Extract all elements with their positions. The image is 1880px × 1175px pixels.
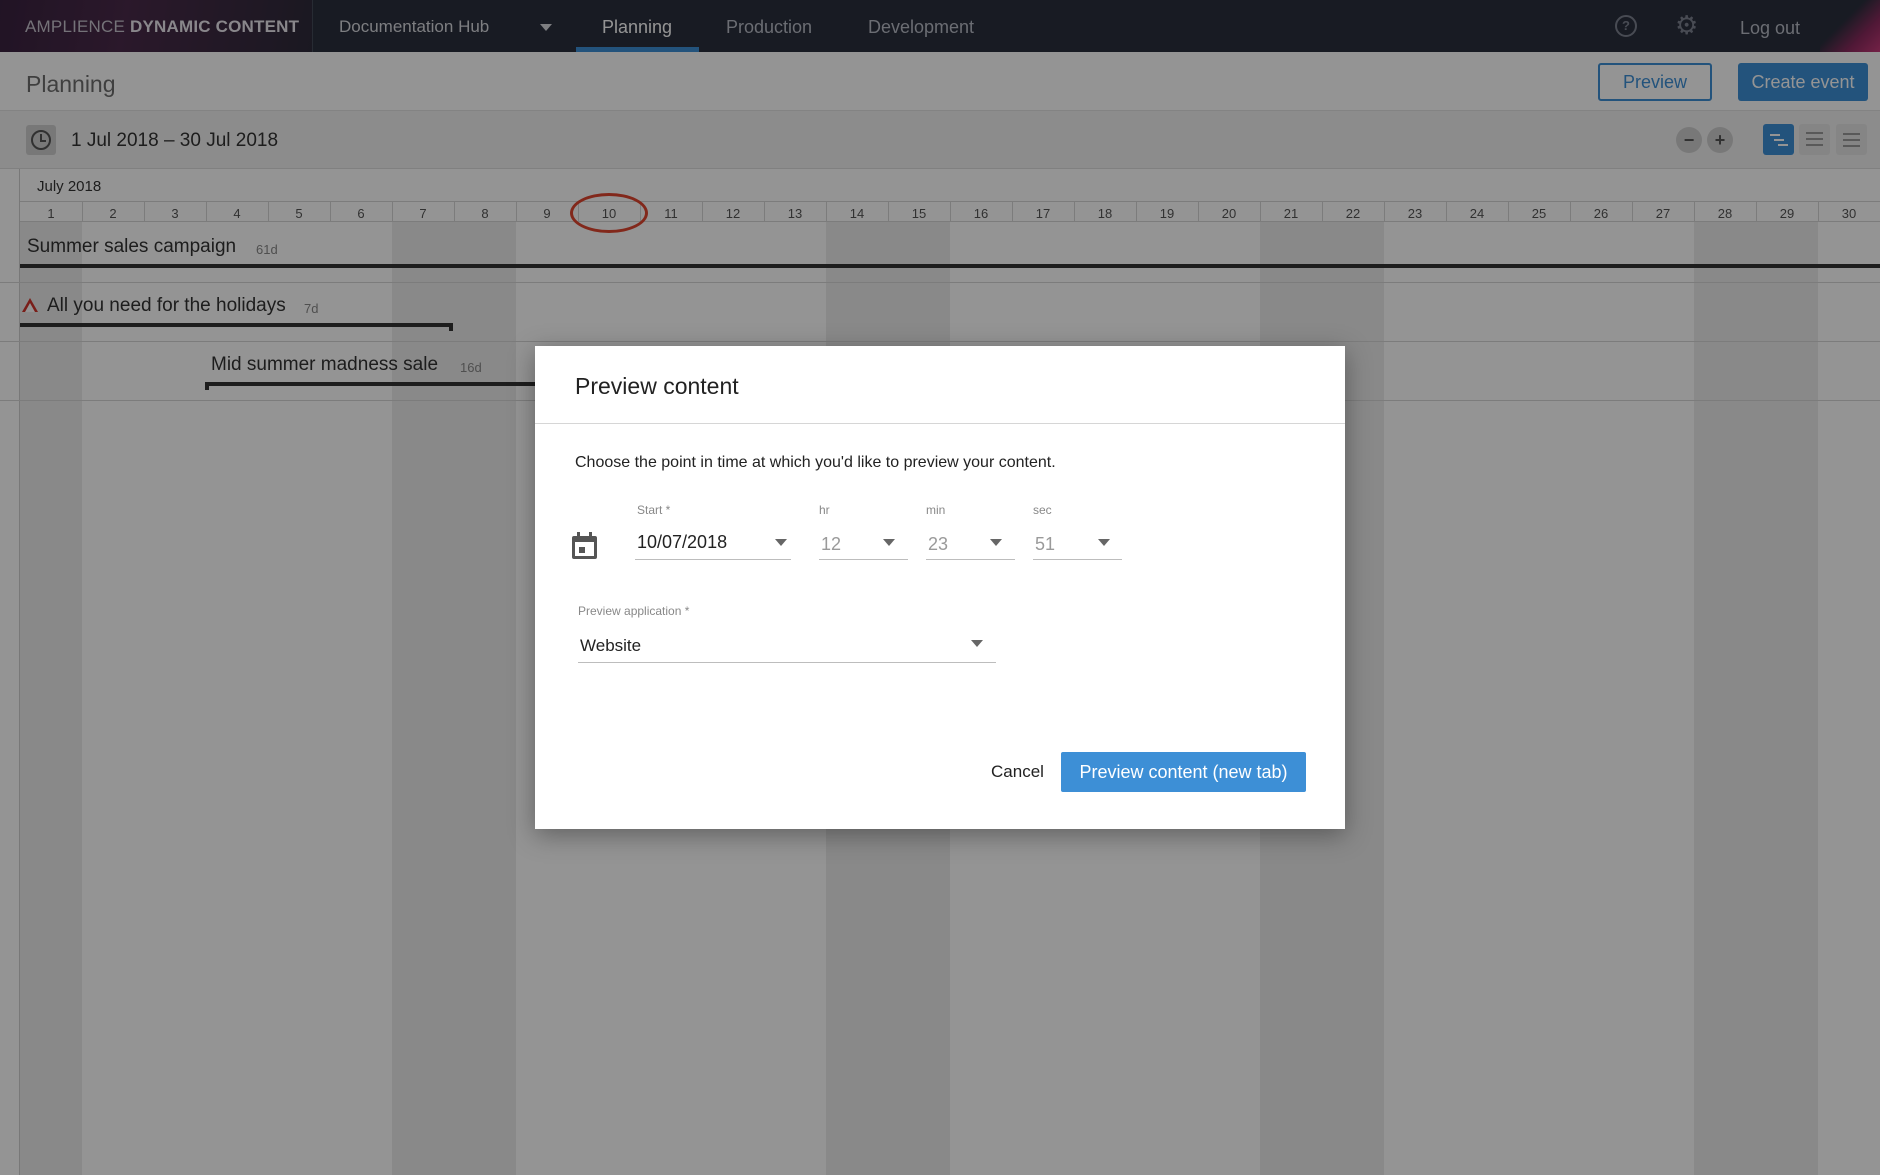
- minute-underline: [926, 559, 1015, 560]
- calendar-icon[interactable]: [572, 532, 597, 559]
- chevron-down-icon[interactable]: [971, 640, 983, 647]
- dialog-divider: [535, 423, 1345, 424]
- hour-label: hr: [819, 503, 830, 517]
- hour-underline: [819, 559, 908, 560]
- second-label: sec: [1033, 503, 1052, 517]
- preview-content-dialog: Preview content Choose the point in time…: [535, 346, 1345, 829]
- second-select[interactable]: 51: [1035, 534, 1055, 555]
- dialog-description: Choose the point in time at which you'd …: [575, 454, 1056, 471]
- chevron-down-icon[interactable]: [883, 539, 895, 546]
- start-date-label: Start *: [637, 503, 671, 517]
- second-underline: [1033, 559, 1122, 560]
- hour-select[interactable]: 12: [821, 534, 841, 555]
- chevron-down-icon[interactable]: [990, 539, 1002, 546]
- chevron-down-icon[interactable]: [775, 539, 787, 546]
- preview-app-underline: [578, 662, 996, 663]
- dialog-title: Preview content: [575, 373, 739, 399]
- chevron-down-icon[interactable]: [1098, 539, 1110, 546]
- minute-label: min: [926, 503, 946, 517]
- minute-select[interactable]: 23: [928, 534, 948, 555]
- start-date-underline: [635, 559, 791, 560]
- preview-new-tab-button[interactable]: Preview content (new tab): [1061, 752, 1306, 792]
- start-date-field[interactable]: 10/07/2018: [637, 532, 727, 553]
- preview-app-select[interactable]: Website: [580, 636, 641, 656]
- preview-app-label: Preview application *: [578, 604, 690, 618]
